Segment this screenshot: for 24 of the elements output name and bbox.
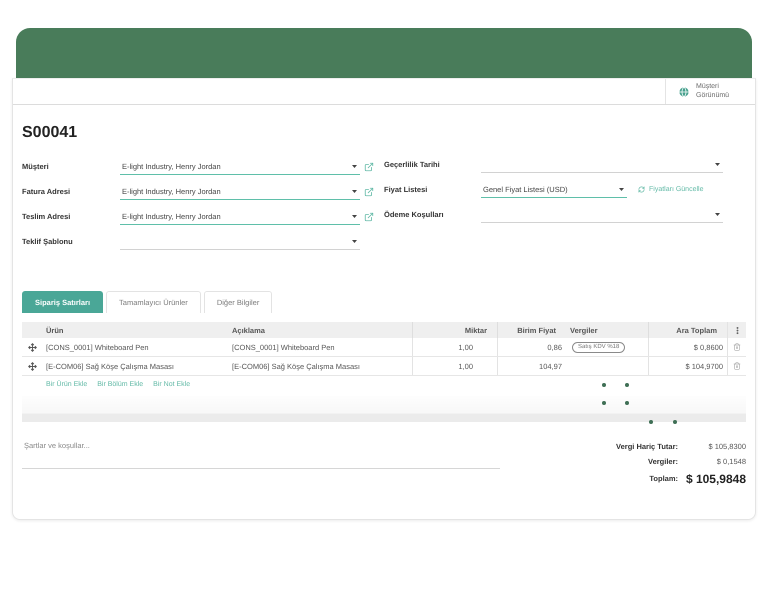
caret-icon — [352, 240, 357, 242]
dot-icon — [673, 420, 677, 424]
external-link-icon[interactable] — [364, 212, 374, 222]
move-icon[interactable] — [28, 362, 36, 370]
dot-icon — [602, 383, 606, 387]
dot-icon — [625, 383, 629, 387]
dot-icon — [602, 401, 606, 405]
trash-icon[interactable] — [733, 362, 741, 370]
refresh-icon — [638, 186, 645, 193]
caret-icon — [715, 162, 720, 166]
order-title: S00041 — [22, 123, 78, 143]
trash-icon[interactable] — [733, 343, 741, 351]
caret-icon — [619, 188, 624, 190]
move-icon[interactable] — [28, 342, 36, 352]
caret-icon — [352, 190, 357, 192]
total-value: $ 105,9848 — [684, 471, 746, 488]
caret-icon — [715, 212, 720, 216]
dot-icon — [649, 420, 653, 424]
external-link-icon[interactable] — [364, 186, 374, 196]
external-link-icon[interactable] — [364, 162, 374, 172]
globe-icon — [678, 86, 690, 98]
caret-icon — [352, 164, 357, 168]
dot-icon — [625, 401, 629, 405]
caret-icon — [352, 214, 357, 218]
